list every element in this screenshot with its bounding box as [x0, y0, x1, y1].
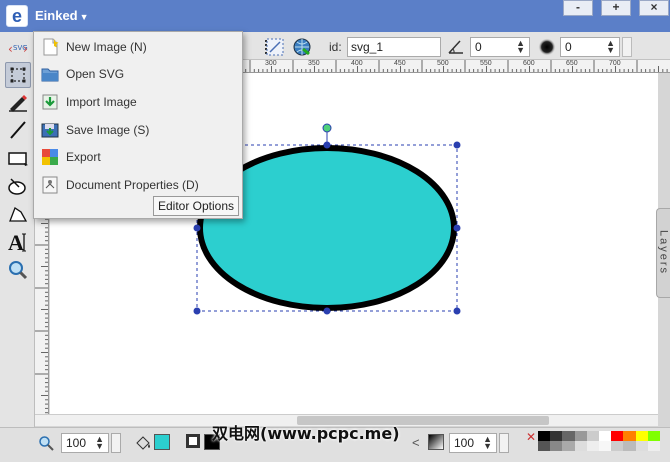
- chevron-down-icon: ▼: [79, 12, 89, 22]
- ruler-label: 550: [480, 60, 492, 67]
- ruler-label: 650: [566, 60, 578, 67]
- menu-item-document-properties[interactable]: Document Properties (D): [40, 173, 238, 197]
- opacity-spinner-icon[interactable]: ▲ ▼: [483, 435, 492, 451]
- ruler-label: 400: [351, 60, 363, 67]
- angle-spinner-icon[interactable]: ▲ ▼: [516, 39, 525, 55]
- zoom-small-icon: [38, 435, 54, 454]
- blur-value: 0: [565, 40, 572, 54]
- line-icon[interactable]: [5, 117, 31, 143]
- ruler-label: 300: [265, 60, 277, 67]
- resize-handle[interactable]: [193, 224, 201, 232]
- palette-bottom-row[interactable]: [538, 441, 661, 451]
- minimize-button[interactable]: -: [563, 0, 593, 16]
- palette-top-row[interactable]: [538, 431, 661, 441]
- tools-sidebar: ‹ SVG › A: [0, 33, 35, 429]
- resize-handle[interactable]: [323, 141, 331, 149]
- opacity-dropdown[interactable]: [499, 433, 509, 453]
- menu-label: Document Properties (D): [66, 178, 199, 192]
- pencil-icon[interactable]: [5, 89, 31, 115]
- app-dropdown-menu: New Image (N) Open SVG Import Image Save…: [33, 31, 243, 219]
- folder-icon: [40, 64, 60, 84]
- blur-spinner-icon[interactable]: ▲ ▼: [606, 39, 615, 55]
- title-bar: e Einked ▼ - + ×: [0, 0, 670, 32]
- opacity-icon: <: [412, 435, 420, 450]
- new-image-icon: [40, 37, 60, 57]
- maximize-button[interactable]: +: [601, 0, 631, 16]
- ruler-label: 700: [609, 60, 621, 67]
- resize-handle[interactable]: [323, 307, 331, 315]
- menu-item-import-image[interactable]: Import Image: [40, 90, 238, 114]
- rectangle-icon[interactable]: [5, 145, 31, 171]
- svg-text:A: A: [8, 231, 24, 253]
- fill-bucket-icon: [134, 434, 152, 455]
- menu-item-export[interactable]: Export: [40, 145, 238, 169]
- menu-label: Save Image (S): [66, 123, 150, 137]
- zoom-spinner-icon[interactable]: ▲ ▼: [95, 435, 104, 451]
- opacity-input[interactable]: 100 ▲ ▼: [449, 433, 497, 453]
- angle-value: 0: [475, 40, 482, 54]
- zoom-icon[interactable]: [5, 257, 31, 283]
- opacity-value: 100: [454, 436, 475, 450]
- ellipse-icon[interactable]: [5, 173, 31, 199]
- ruler-label: 600: [523, 60, 535, 67]
- rotate-handle[interactable]: [322, 123, 332, 133]
- ruler-label: 450: [394, 60, 406, 67]
- save-icon: [40, 120, 60, 140]
- menu-label: Export: [66, 150, 101, 164]
- ruler-label: 500: [437, 60, 449, 67]
- select-tool-icon[interactable]: [5, 62, 31, 88]
- blur-slider[interactable]: [622, 37, 632, 57]
- menu-item-new-image[interactable]: New Image (N): [40, 35, 238, 59]
- app-menu-button[interactable]: Einked ▼: [35, 9, 89, 24]
- app-name: Einked: [35, 8, 78, 23]
- resize-handle[interactable]: [453, 141, 461, 149]
- menu-label: Open SVG: [66, 67, 125, 81]
- opacity-gradient-icon: [428, 434, 444, 450]
- menu-item-save-image[interactable]: Save Image (S): [40, 118, 238, 142]
- ruler-label: 350: [308, 60, 320, 67]
- layers-label: Layers: [657, 230, 670, 276]
- editor-options-button[interactable]: Editor Options: [153, 196, 239, 216]
- dashed-select-icon[interactable]: [265, 37, 285, 57]
- svg-text:›: ›: [23, 42, 28, 56]
- close-button[interactable]: ×: [639, 0, 669, 16]
- zoom-input[interactable]: 100 ▲ ▼: [61, 433, 109, 453]
- watermark-text: 双电网(www.pcpc.me): [212, 424, 400, 443]
- text-icon[interactable]: A: [5, 229, 31, 255]
- menu-label: New Image (N): [66, 40, 147, 54]
- svg-code-icon[interactable]: ‹ SVG ›: [5, 36, 31, 62]
- resize-handle[interactable]: [193, 307, 201, 315]
- layers-panel-tab[interactable]: Layers: [656, 208, 670, 298]
- path-icon[interactable]: [5, 201, 31, 227]
- menu-label: Import Image: [66, 95, 137, 109]
- zoom-dropdown[interactable]: [111, 433, 121, 453]
- menu-item-open-svg[interactable]: Open SVG: [40, 62, 238, 86]
- stroke-icon: [186, 434, 200, 448]
- blur-input[interactable]: 0 ▲ ▼: [560, 37, 620, 57]
- import-icon: [40, 92, 60, 112]
- resize-handle[interactable]: [453, 224, 461, 232]
- document-properties-icon: [40, 175, 60, 195]
- blur-icon: [537, 37, 557, 57]
- id-label: id:: [329, 40, 342, 54]
- angle-icon: [446, 37, 466, 57]
- angle-input[interactable]: 0 ▲ ▼: [470, 37, 530, 57]
- zoom-value: 100: [66, 436, 87, 450]
- export-icon: [40, 147, 60, 167]
- resize-handle[interactable]: [453, 307, 461, 315]
- app-logo-icon[interactable]: e: [6, 5, 28, 27]
- fill-color-swatch[interactable]: [154, 434, 170, 450]
- no-color-icon[interactable]: ✕: [526, 430, 536, 444]
- element-id-input[interactable]: [347, 37, 441, 57]
- globe-link-icon[interactable]: [292, 37, 312, 57]
